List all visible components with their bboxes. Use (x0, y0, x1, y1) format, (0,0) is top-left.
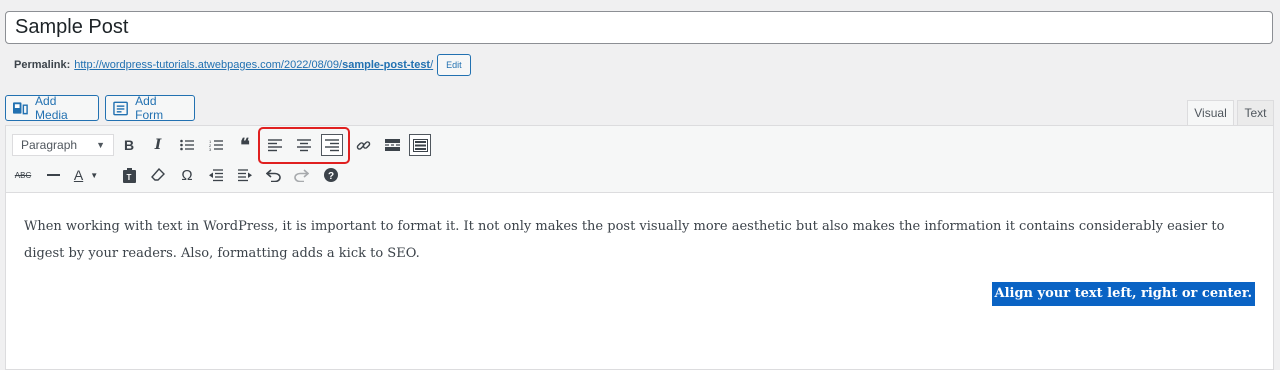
paste-text-button[interactable]: T (118, 164, 140, 186)
paste-text-icon: T (122, 167, 136, 183)
bullet-list-button[interactable] (176, 134, 198, 156)
add-form-icon (113, 101, 128, 115)
undo-icon (265, 168, 281, 182)
horizontal-line-button[interactable] (42, 164, 64, 186)
blockquote-button[interactable]: ❝ (234, 134, 256, 156)
blockquote-icon: ❝ (240, 134, 250, 156)
indent-icon (238, 168, 252, 181)
format-select[interactable]: Paragraph ▼ (12, 134, 114, 156)
permalink-link[interactable]: http://wordpress-tutorials.atwebpages.co… (74, 59, 433, 71)
link-icon (356, 140, 370, 150)
selected-right-aligned-text: Align your text left, right or center. (991, 282, 1255, 306)
outdent-button[interactable] (205, 164, 227, 186)
help-button[interactable]: ? (320, 164, 342, 186)
add-media-icon (13, 102, 28, 115)
special-character-icon: Ω (181, 166, 193, 184)
italic-button[interactable]: I (147, 134, 169, 156)
strikethrough-icon: ABC (14, 170, 32, 180)
permalink-label: Permalink: (14, 59, 71, 71)
post-title-input[interactable]: Sample Post (5, 11, 1273, 44)
chevron-down-icon: ▼ (90, 170, 99, 180)
outdent-icon (209, 168, 223, 181)
numbered-list-button[interactable]: 123 (205, 134, 227, 156)
read-more-button[interactable] (381, 134, 403, 156)
permalink-base: http://wordpress-tutorials.atwebpages.co… (74, 59, 343, 71)
indent-button[interactable] (234, 164, 256, 186)
editor-content[interactable]: When working with text in WordPress, it … (24, 213, 1254, 267)
italic-icon: I (154, 137, 162, 153)
svg-text:?: ? (328, 171, 334, 182)
alignment-highlight-box (258, 127, 350, 164)
permalink-bar: Permalink: http://wordpress-tutorials.at… (14, 53, 471, 77)
add-form-label: Add Form (135, 94, 164, 122)
chevron-down-icon: ▼ (96, 140, 105, 150)
svg-text:3: 3 (209, 147, 212, 151)
toolbar-toggle-button[interactable] (409, 134, 431, 156)
undo-button[interactable] (262, 164, 284, 186)
permalink-trailing-slash: / (430, 59, 434, 71)
content-paragraph: When working with text in WordPress, it … (24, 219, 1225, 261)
tab-text[interactable]: Text (1237, 100, 1274, 126)
toolbar-toggle-icon (412, 138, 428, 152)
redo-icon (293, 168, 309, 182)
permalink-slug: sample-post-test (342, 59, 431, 71)
tab-visual[interactable]: Visual (1187, 100, 1234, 126)
special-character-button[interactable]: Ω (176, 164, 198, 186)
format-select-value: Paragraph (21, 138, 78, 152)
add-media-label: Add Media (35, 94, 68, 122)
horizontal-line-icon (46, 174, 60, 176)
clear-formatting-button[interactable] (147, 164, 169, 186)
bold-icon: B (123, 137, 135, 153)
add-media-button[interactable]: Add Media (5, 94, 99, 122)
text-color-button[interactable]: A ▼ (70, 164, 102, 186)
svg-text:T: T (126, 173, 131, 182)
strikethrough-button[interactable]: ABC (12, 164, 34, 186)
permalink-edit-button[interactable]: Edit (437, 54, 471, 76)
editor-area: Paragraph ▼ B I 123 ❝ ABC A ▼ T Ω ? When… (5, 125, 1274, 370)
text-color-icon: A (73, 167, 84, 183)
bullet-list-icon (180, 139, 194, 151)
add-form-button[interactable]: Add Form (105, 94, 195, 122)
link-button[interactable] (352, 134, 374, 156)
redo-button[interactable] (290, 164, 312, 186)
numbered-list-icon: 123 (209, 139, 223, 151)
help-icon: ? (324, 168, 338, 182)
bold-button[interactable]: B (118, 134, 140, 156)
read-more-icon (384, 139, 400, 151)
editor-toolbar: Paragraph ▼ B I 123 ❝ ABC A ▼ T Ω ? (6, 126, 1273, 193)
clear-formatting-icon (151, 168, 165, 181)
